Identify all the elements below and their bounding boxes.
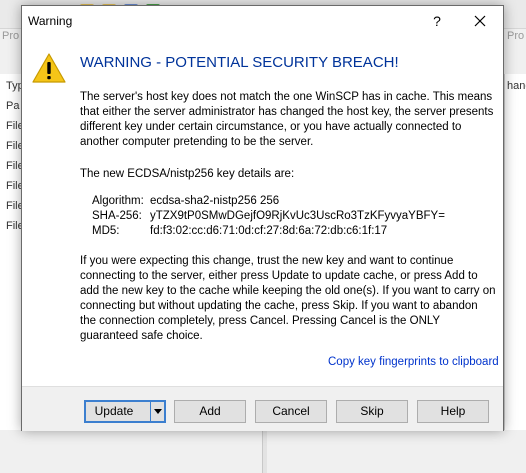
- warning-icon: [32, 52, 66, 84]
- update-button-label: Update: [94, 404, 134, 418]
- cancel-button[interactable]: Cancel: [255, 400, 327, 423]
- help-icon[interactable]: ?: [426, 10, 448, 32]
- key-detail-value: yTZX9tP0SMwDGejfO9RjKvUc3UscRo3TzKFyvyaY…: [150, 210, 445, 222]
- key-detail-md5: MD5: fd:f3:02:cc:d6:71:0d:cf:27:8d:6a:72:…: [92, 224, 387, 239]
- help-button[interactable]: Help: [417, 400, 489, 423]
- column-header-changed[interactable]: hang: [507, 80, 526, 92]
- list-item[interactable]: Pa: [6, 100, 19, 112]
- dialog-content: WARNING - POTENTIAL SECURITY BREACH! The…: [22, 36, 503, 386]
- action-instructions: If you were expecting this change, trust…: [80, 255, 496, 342]
- add-button[interactable]: Add: [174, 400, 246, 423]
- right-file-panel[interactable]: hang: [504, 74, 526, 434]
- warning-headline: WARNING - POTENTIAL SECURITY BREACH!: [80, 54, 399, 71]
- skip-button[interactable]: Skip: [336, 400, 408, 423]
- panel-splitter[interactable]: [262, 430, 267, 473]
- properties-label: Pro: [507, 30, 525, 42]
- key-detail-value: ecdsa-sha2-nistp256 256: [150, 195, 280, 207]
- key-detail-sha256: SHA-256: yTZX9tP0SMwDGejfO9RjKvUc3UscRo3T…: [92, 209, 445, 224]
- key-detail-label: Algorithm:: [92, 195, 144, 207]
- key-detail-algorithm: Algorithm: ecdsa-sha2-nistp256 256: [92, 194, 279, 209]
- chevron-down-icon[interactable]: [150, 402, 164, 421]
- mismatch-explanation: The server's host key does not match the…: [80, 91, 494, 148]
- key-detail-label: SHA-256:: [92, 210, 142, 222]
- close-icon[interactable]: [469, 10, 491, 32]
- left-file-panel[interactable]: Typ Pa File File File File File File: [0, 74, 24, 473]
- key-details-intro: The new ECDSA/nistp256 key details are:: [80, 168, 295, 180]
- dialog-button-bar: Update Add Cancel Skip Help: [22, 386, 503, 431]
- key-detail-label: MD5:: [92, 225, 120, 237]
- key-detail-value: fd:f3:02:cc:d6:71:0d:cf:27:8d:6a:72:db:c…: [150, 225, 388, 237]
- host-key-warning-dialog: Warning ? WARNING - POTENTIAL SECURITY B…: [21, 5, 504, 431]
- dialog-title: Warning: [28, 14, 73, 28]
- copy-fingerprints-link[interactable]: Copy key fingerprints to clipboard: [328, 356, 499, 368]
- properties-label: Pro: [2, 30, 20, 42]
- update-button[interactable]: Update: [84, 400, 166, 423]
- dialog-title-bar[interactable]: Warning ?: [22, 6, 503, 36]
